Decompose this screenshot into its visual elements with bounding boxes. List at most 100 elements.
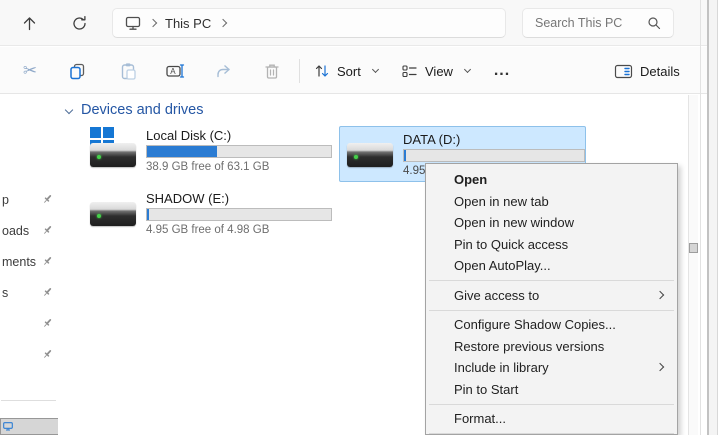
cut-scissors-icon: ✂	[23, 61, 37, 81]
sidebar-item-downloads[interactable]: oads	[0, 220, 58, 242]
capacity-bar	[146, 145, 332, 158]
refresh-button[interactable]	[64, 8, 94, 38]
up-button[interactable]	[14, 8, 44, 38]
sidebar-item-label: p	[0, 193, 9, 207]
navigation-bar: This PC Search This PC	[0, 0, 718, 46]
menu-separator	[429, 310, 674, 311]
share-button[interactable]	[209, 57, 237, 85]
pin-icon	[42, 193, 53, 205]
submenu-arrow-icon	[656, 363, 664, 371]
menu-item-include-in-library[interactable]: Include in library	[426, 357, 677, 379]
window-edge-line	[700, 0, 701, 435]
view-button[interactable]: View	[395, 57, 476, 85]
details-pane-button[interactable]: Details	[608, 57, 686, 85]
menu-item-label: Pin to Start	[454, 382, 518, 397]
menu-item-label: Format...	[454, 411, 506, 426]
ellipsis-icon: ...	[494, 62, 510, 80]
drive-e-icon	[89, 190, 137, 232]
sidebar-item-label: oads	[0, 224, 29, 238]
scrollbar-thumb[interactable]	[689, 243, 698, 253]
share-icon	[214, 62, 233, 80]
up-arrow-icon	[21, 15, 38, 32]
details-pane-icon	[614, 64, 633, 79]
menu-item-label: Open AutoPlay...	[454, 258, 551, 273]
sidebar-item-desktop[interactable]: p	[0, 189, 58, 211]
breadcrumb-chevron-icon	[149, 19, 157, 27]
menu-item-pin-to-start[interactable]: Pin to Start	[426, 379, 677, 401]
menu-item-label: Open in new window	[454, 215, 574, 230]
pin-icon	[42, 286, 53, 298]
svg-text:A: A	[170, 67, 176, 76]
menu-item-pin-to-quick-access[interactable]: Pin to Quick access	[426, 234, 677, 256]
drive-c-icon	[89, 127, 137, 169]
cut-button[interactable]: ✂	[16, 57, 44, 85]
menu-item-open-in-new-window[interactable]: Open in new window	[426, 212, 677, 234]
menu-separator	[429, 280, 674, 281]
delete-button[interactable]	[258, 57, 286, 85]
refresh-icon	[71, 15, 88, 32]
menu-item-open-autoplay[interactable]: Open AutoPlay...	[426, 255, 677, 277]
details-label: Details	[640, 64, 680, 79]
menu-item-format[interactable]: Format...	[426, 408, 677, 430]
menu-item-open-in-new-tab[interactable]: Open in new tab	[426, 191, 677, 213]
paste-icon	[119, 62, 138, 81]
sidebar-item-videos[interactable]	[0, 344, 58, 366]
pin-icon	[42, 317, 53, 329]
search-box[interactable]: Search This PC	[522, 8, 674, 38]
sidebar-item-label: ments	[0, 255, 36, 269]
chevron-down-icon	[464, 66, 471, 73]
pin-icon	[42, 224, 53, 236]
menu-item-configure-shadow-copies[interactable]: Configure Shadow Copies...	[426, 314, 677, 336]
capacity-bar-fill	[404, 150, 406, 161]
group-header-devices-and-drives[interactable]: Devices and drives	[66, 102, 204, 118]
chevron-down-icon	[372, 66, 379, 73]
this-pc-monitor-icon	[125, 16, 141, 31]
copy-button[interactable]	[63, 57, 91, 85]
drive-tile-shadow-e[interactable]: SHADOW (E:) 4.95 GB free of 4.98 GB	[82, 185, 334, 241]
sidebar-item-this-pc-selected[interactable]	[0, 418, 62, 435]
search-placeholder: Search This PC	[535, 16, 622, 30]
drive-name: SHADOW (E:)	[146, 191, 332, 206]
capacity-bar	[403, 149, 585, 162]
sidebar-item-music[interactable]	[0, 313, 58, 335]
copy-icon	[68, 62, 87, 81]
pin-icon	[42, 255, 53, 267]
search-icon	[647, 16, 661, 30]
menu-separator	[429, 433, 674, 434]
pin-icon	[42, 348, 53, 360]
sidebar-divider	[1, 400, 56, 401]
collapse-chevron-icon	[65, 106, 73, 114]
vertical-scrollbar[interactable]	[688, 95, 698, 435]
context-menu: Open Open in new tab Open in new window …	[425, 163, 678, 435]
drive-tile-local-disk-c[interactable]: Local Disk (C:) 38.9 GB free of 63.1 GB	[82, 122, 334, 178]
sidebar-item-documents[interactable]: ments	[0, 251, 58, 273]
free-space-text: 38.9 GB free of 63.1 GB	[146, 161, 332, 173]
rename-button[interactable]: A	[161, 57, 189, 85]
view-list-icon	[401, 63, 418, 79]
drive-d-icon	[346, 131, 394, 173]
sidebar-item-pictures[interactable]: s	[0, 282, 58, 304]
drive-name: DATA (D:)	[403, 132, 585, 147]
group-header-label: Devices and drives	[81, 102, 204, 118]
menu-item-label: Pin to Quick access	[454, 237, 568, 252]
this-pc-monitor-icon	[3, 422, 13, 431]
breadcrumb-this-pc[interactable]: This PC	[165, 16, 211, 31]
capacity-bar-fill	[147, 209, 149, 220]
sort-label: Sort	[337, 64, 361, 79]
menu-item-give-access-to[interactable]: Give access to	[426, 285, 677, 307]
command-toolbar: ✂ A	[0, 47, 718, 94]
menu-item-label: Open in new tab	[454, 194, 549, 209]
menu-item-label: Open	[454, 172, 487, 187]
screen-edge-strip	[709, 0, 718, 435]
see-more-button[interactable]: ...	[488, 57, 516, 85]
sort-button[interactable]: Sort	[308, 57, 384, 85]
menu-item-open[interactable]: Open	[426, 169, 677, 191]
rename-icon: A	[165, 62, 185, 80]
menu-item-label: Include in library	[454, 360, 549, 375]
capacity-bar	[146, 208, 332, 221]
paste-button[interactable]	[114, 57, 142, 85]
navigation-pane: p oads ments s	[0, 95, 58, 435]
menu-item-restore-previous-versions[interactable]: Restore previous versions	[426, 336, 677, 358]
address-bar[interactable]: This PC	[112, 8, 506, 38]
trash-icon	[263, 62, 281, 81]
